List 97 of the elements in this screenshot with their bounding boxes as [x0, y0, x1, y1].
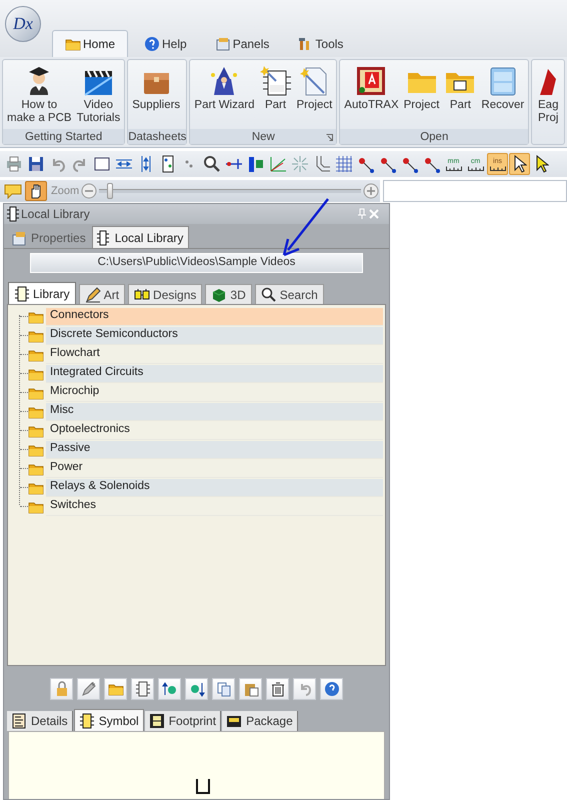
dialog-launcher-icon[interactable]	[326, 134, 334, 141]
library-tab[interactable]: Designs	[128, 284, 202, 304]
group-title: Datasheets	[128, 130, 186, 144]
panel-toolbar-button[interactable]	[131, 678, 154, 700]
ruler-icon	[468, 166, 484, 170]
tree-item[interactable]: Passive	[46, 440, 383, 458]
zoom-slider[interactable]	[106, 183, 113, 199]
ribbon-button[interactable]: Part	[442, 65, 478, 112]
arrow-drawing	[282, 198, 329, 256]
magnifier-icon	[202, 155, 220, 173]
select-tool-button[interactable]	[509, 153, 530, 175]
panel-toolbar-button[interactable]	[158, 678, 181, 700]
snap-icon	[378, 155, 396, 173]
burst-icon	[290, 155, 308, 173]
snap-icon	[356, 155, 374, 173]
ruler-icon	[446, 166, 462, 170]
detail-tab[interactable]: Details	[7, 711, 73, 731]
film-strip-icon	[148, 713, 165, 729]
printer-icon	[4, 155, 22, 173]
copy-icon	[216, 681, 232, 697]
panel-title: Local Library	[21, 206, 91, 223]
components-icon	[134, 286, 150, 302]
tree-item[interactable]: Integrated Circuits	[46, 364, 383, 382]
package-icon	[226, 713, 242, 729]
ribbon-button[interactable]: Recover	[479, 65, 526, 112]
save-icon	[26, 155, 44, 173]
cube-icon	[211, 286, 228, 302]
detail-tab[interactable]: Package	[222, 711, 298, 731]
upload-icon	[162, 681, 178, 697]
properties-icon	[12, 230, 28, 246]
panel-toolbar-button[interactable]	[185, 678, 208, 700]
paste-icon	[242, 681, 258, 697]
chip-icon	[6, 206, 20, 222]
library-tab[interactable]: Search	[254, 284, 324, 304]
help-icon	[324, 681, 340, 697]
library-tab[interactable]: Library	[8, 282, 76, 304]
tree-item[interactable]: Discrete Semiconductors	[46, 326, 383, 344]
group-title: Open	[420, 130, 448, 144]
chip-icon	[134, 681, 150, 697]
tree-item[interactable]: Flowchart	[46, 346, 383, 364]
detail-tab[interactable]: Symbol	[74, 709, 144, 731]
ribbon-button[interactable]: Project	[294, 65, 334, 112]
chip-icon	[96, 230, 112, 246]
ribbon-button[interactable]: Eag Proj	[532, 65, 564, 125]
app-logo[interactable]: Dx	[5, 6, 41, 42]
group-title: Getting Started	[24, 130, 102, 144]
tree-item[interactable]: Optoelectronics	[46, 422, 383, 440]
panel-tab[interactable]: Local Library	[92, 226, 190, 248]
snap-icon	[400, 155, 418, 173]
ruler-icon	[490, 166, 506, 170]
ribbon-button[interactable]: Project	[402, 65, 442, 112]
group-title: New	[252, 130, 275, 144]
angle-icon	[268, 155, 286, 173]
ribbon-button[interactable]: Part Wizard	[192, 65, 256, 112]
search-icon	[260, 286, 277, 302]
rectangle-icon	[92, 155, 110, 173]
chip-wand-icon	[260, 65, 292, 97]
ribbon-tab[interactable]: Home	[52, 30, 128, 57]
library-tab[interactable]: Art	[78, 284, 126, 304]
pencil-icon	[84, 286, 101, 302]
ribbon-button[interactable]: Video Tutorials	[74, 65, 122, 125]
zoom-label: Zoom	[51, 184, 80, 199]
chip-icon	[78, 712, 95, 728]
download-icon	[188, 681, 204, 697]
snap-icon	[422, 155, 440, 173]
ribbon-button[interactable]: How to make a PCB	[5, 65, 74, 125]
tree-item[interactable]: Switches	[46, 498, 383, 516]
zoom-in-icon[interactable]	[363, 183, 380, 199]
path-bar: C:\Users\Public\Videos\Sample Videos	[30, 253, 363, 273]
tree-item[interactable]: Power	[46, 460, 383, 478]
ribbon-button[interactable]: Suppliers	[130, 65, 182, 112]
detail-tab[interactable]: Footprint	[144, 711, 222, 731]
pen-plus-icon	[80, 681, 96, 697]
trash-icon	[270, 681, 286, 697]
zoom-out-icon[interactable]	[81, 183, 98, 199]
ribbon-tab[interactable]: Panels	[202, 30, 282, 57]
ribbon-button[interactable]: AutoTRAX	[342, 65, 401, 112]
bars-icon	[246, 155, 264, 173]
library-tab[interactable]: 3D	[205, 284, 252, 304]
tree-item[interactable]: Relays & Solenoids	[46, 478, 383, 496]
help-icon	[144, 36, 160, 52]
ribbon-tab[interactable]: Help	[132, 30, 199, 57]
tree-item[interactable]: Microchip	[46, 384, 383, 402]
hand-tool-button[interactable]	[25, 181, 47, 201]
document-icon	[11, 713, 27, 729]
ribbon-button[interactable]: Part	[258, 65, 294, 112]
window-icon	[214, 36, 231, 52]
pointer-icon	[512, 155, 526, 173]
panel-toolbar-button[interactable]	[266, 678, 289, 700]
ribbon-tab[interactable]: Tools	[285, 30, 356, 57]
tree-item[interactable]: Misc	[46, 402, 383, 420]
circuit-board-icon	[355, 65, 388, 97]
grid-icon	[334, 155, 352, 173]
chip-icon	[14, 286, 30, 302]
input-field[interactable]	[383, 180, 567, 202]
pointer-icon	[534, 155, 548, 173]
tree-item[interactable]: Connectors	[46, 308, 383, 326]
